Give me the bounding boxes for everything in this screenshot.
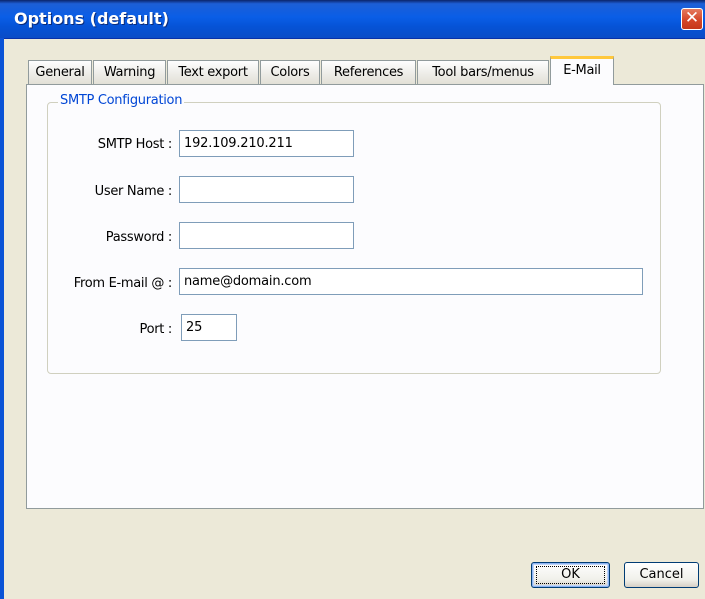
cancel-button[interactable]: Cancel [624,562,699,588]
tab-references[interactable]: References [321,60,416,84]
tab-e-mail[interactable]: E-Mail [550,56,614,85]
tab-tool-bars-menus[interactable]: Tool bars/menus [417,60,549,84]
tab-text-export[interactable]: Text export [167,60,259,84]
user-name-input[interactable] [179,176,354,203]
window-frame-left [0,38,4,599]
smtp-host-label: SMTP Host : [97,137,173,152]
cancel-button-label: Cancel [639,567,684,582]
close-icon[interactable]: ✕ [681,8,703,30]
focus-ring [536,566,605,584]
password-input[interactable] [179,222,354,249]
from-email-input[interactable]: name@domain.com [179,268,643,295]
title-bar[interactable]: Options (default) ✕ [0,0,705,39]
ok-button[interactable]: OK [531,562,610,588]
window-title: Options (default) [14,9,169,28]
smtp-host-input[interactable]: 192.109.210.211 [179,130,354,157]
tab-colors[interactable]: Colors [260,60,320,84]
from-email-label: From E-mail @ : [73,276,173,291]
tab-warning[interactable]: Warning [93,60,166,84]
smtp-group-title: SMTP Configuration [58,93,185,108]
user-name-label: User Name : [94,184,173,199]
port-input[interactable]: 25 [181,314,237,341]
tab-general[interactable]: General [28,60,92,84]
password-label: Password : [105,230,173,245]
port-label: Port : [139,322,173,337]
